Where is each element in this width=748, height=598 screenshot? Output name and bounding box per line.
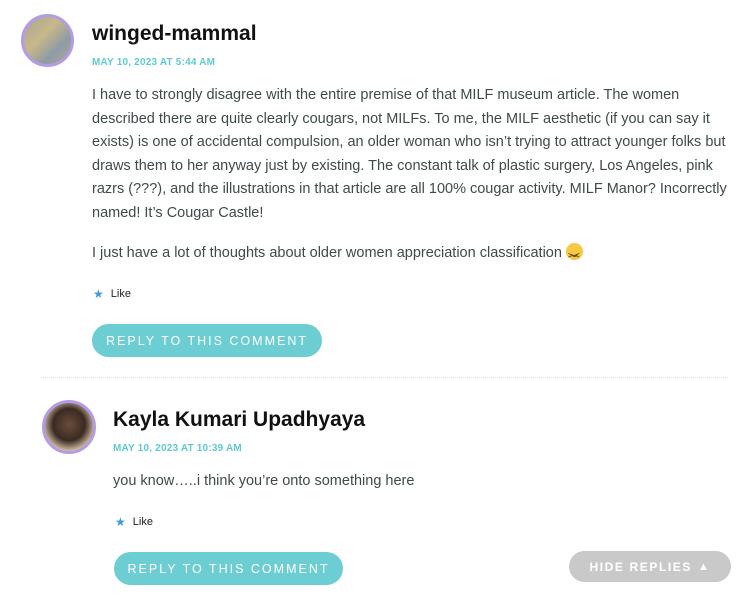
reply-button[interactable]: REPLY TO THIS COMMENT xyxy=(114,552,343,585)
triangle-up-icon: ▲ xyxy=(698,560,711,573)
like-label: Like xyxy=(132,516,153,528)
laughing-squint-emoji-icon xyxy=(565,243,583,268)
star-icon: ★ xyxy=(115,515,126,529)
comment-paragraph: I have to strongly disagree with the ent… xyxy=(92,87,727,221)
reply-button[interactable]: REPLY TO THIS COMMENT xyxy=(92,324,322,357)
comment-author[interactable]: winged-mammal xyxy=(92,22,257,46)
comment-paragraph-text: I just have a lot of thoughts about olde… xyxy=(92,245,562,261)
comment-date[interactable]: MAY 10, 2023 AT 5:44 AM xyxy=(92,57,215,68)
comment-body: I have to strongly disagree with the ent… xyxy=(92,84,732,268)
hide-replies-label: HIDE REPLIES xyxy=(589,559,693,574)
hide-replies-button[interactable]: HIDE REPLIES ▲ xyxy=(569,551,731,582)
thread-divider xyxy=(41,377,728,378)
comment-author[interactable]: Kayla Kumari Upadhyaya xyxy=(113,408,365,432)
like-button[interactable]: ★ Like xyxy=(115,516,153,528)
comment-paragraph: you know…..i think you’re onto something… xyxy=(113,473,415,489)
comment-date[interactable]: MAY 10, 2023 AT 10:39 AM xyxy=(113,443,242,454)
avatar-winged-mammal[interactable] xyxy=(21,14,74,67)
like-label: Like xyxy=(110,288,131,300)
star-icon: ★ xyxy=(93,287,104,301)
like-button[interactable]: ★ Like xyxy=(93,288,131,300)
avatar-kayla-kumari-upadhyaya[interactable] xyxy=(42,400,96,454)
comment-body: you know…..i think you’re onto something… xyxy=(113,470,713,494)
comment-paragraph-2: I just have a lot of thoughts about olde… xyxy=(92,242,732,268)
